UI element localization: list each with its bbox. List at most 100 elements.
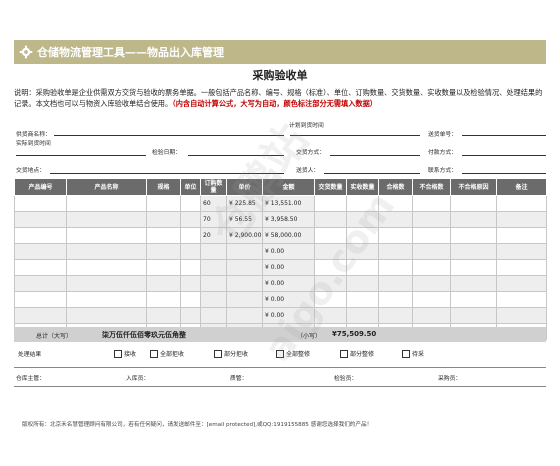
- table-cell[interactable]: [146, 307, 181, 324]
- table-cell[interactable]: [14, 211, 67, 228]
- table-cell[interactable]: [146, 227, 181, 244]
- table-cell[interactable]: [450, 275, 497, 292]
- app-title: 仓储物流管理工具——物品出入库管理: [37, 46, 224, 59]
- table-cell[interactable]: [378, 259, 413, 276]
- table-cell[interactable]: [180, 307, 201, 324]
- table-row: ¥ 0.00: [14, 275, 547, 292]
- delivery-method-field[interactable]: [330, 155, 420, 156]
- table-cell[interactable]: [200, 259, 227, 276]
- table-cell[interactable]: [412, 275, 451, 292]
- table-cell[interactable]: [412, 243, 451, 260]
- option-reject-part[interactable]: 部分拒收: [214, 349, 248, 358]
- table-cell[interactable]: [14, 307, 67, 324]
- table-cell[interactable]: [450, 211, 497, 228]
- table-cell[interactable]: [412, 195, 451, 212]
- table-cell[interactable]: [146, 291, 181, 308]
- table-cell[interactable]: [66, 227, 147, 244]
- table-cell[interactable]: [200, 291, 227, 308]
- gear-icon: [19, 45, 33, 59]
- table-cell[interactable]: [412, 307, 451, 324]
- table-cell[interactable]: [378, 243, 413, 260]
- table-cell[interactable]: [66, 307, 147, 324]
- contact-field[interactable]: [462, 173, 546, 174]
- table-cell[interactable]: [314, 195, 347, 212]
- table-cell[interactable]: [146, 243, 181, 260]
- table-cell[interactable]: [14, 243, 67, 260]
- col-unqualified: 不合格数: [412, 178, 451, 196]
- option-repair-part[interactable]: 部分整修: [340, 349, 374, 358]
- payment-label: 付款方式：: [428, 150, 457, 156]
- table-cell[interactable]: [496, 211, 547, 228]
- table-cell[interactable]: [412, 259, 451, 276]
- table-cell[interactable]: [450, 227, 497, 244]
- table-cell[interactable]: [180, 227, 201, 244]
- table-cell[interactable]: [496, 195, 547, 212]
- checkbox-icon: [340, 349, 348, 358]
- table-cell[interactable]: [378, 291, 413, 308]
- table-cell[interactable]: [496, 307, 547, 324]
- table-cell[interactable]: [412, 291, 451, 308]
- table-cell[interactable]: [146, 195, 181, 212]
- table-cell[interactable]: [378, 275, 413, 292]
- table-cell[interactable]: [146, 259, 181, 276]
- table-cell[interactable]: [496, 275, 547, 292]
- option-pending[interactable]: 待采: [402, 349, 424, 358]
- option-label: 部分拒收: [224, 351, 249, 358]
- checkbox-icon: [214, 349, 222, 358]
- table-cell[interactable]: [200, 275, 227, 292]
- table-cell[interactable]: [412, 211, 451, 228]
- table-cell[interactable]: [496, 291, 547, 308]
- table-cell[interactable]: [496, 243, 547, 260]
- table-cell[interactable]: [66, 243, 147, 260]
- table-cell[interactable]: [226, 259, 263, 276]
- delivery-no-field[interactable]: [462, 135, 546, 136]
- table-cell[interactable]: [180, 243, 201, 260]
- table-cell[interactable]: ¥ 58,000.00: [262, 227, 315, 244]
- table-cell[interactable]: [66, 195, 147, 212]
- sender-field[interactable]: [324, 173, 420, 174]
- table-cell[interactable]: [450, 195, 497, 212]
- table-cell[interactable]: [146, 275, 181, 292]
- table-cell[interactable]: [412, 227, 451, 244]
- table-cell[interactable]: [226, 291, 263, 308]
- table-cell[interactable]: [450, 243, 497, 260]
- table-cell[interactable]: [66, 259, 147, 276]
- table-cell[interactable]: [66, 291, 147, 308]
- table-cell[interactable]: [450, 291, 497, 308]
- table-cell[interactable]: [346, 307, 379, 324]
- warehouse-manager-label: 仓库主管：: [16, 376, 45, 382]
- table-cell[interactable]: [14, 227, 67, 244]
- table-cell[interactable]: [450, 307, 497, 324]
- table-cell[interactable]: [180, 259, 201, 276]
- delivery-no-label: 送货单号：: [428, 132, 457, 138]
- table-cell[interactable]: [496, 259, 547, 276]
- table-cell[interactable]: [66, 275, 147, 292]
- quality-label: 质管：: [230, 376, 248, 382]
- table-cell[interactable]: [378, 307, 413, 324]
- total-lower-value: ¥75,509.50: [332, 330, 377, 338]
- col-product-code: 产品编号: [14, 178, 67, 196]
- payment-field[interactable]: [462, 155, 546, 156]
- plan-date-field[interactable]: [290, 135, 420, 136]
- actual-date-field[interactable]: [16, 155, 146, 156]
- col-unit: 单位: [180, 178, 201, 196]
- table-cell[interactable]: [450, 259, 497, 276]
- table-cell[interactable]: [14, 195, 67, 212]
- table-cell[interactable]: [226, 307, 263, 324]
- table-cell[interactable]: [496, 227, 547, 244]
- table-cell[interactable]: ¥ 0.00: [262, 243, 315, 260]
- table-cell[interactable]: [180, 291, 201, 308]
- table-cell[interactable]: [66, 211, 147, 228]
- table-cell[interactable]: [226, 275, 263, 292]
- table-cell[interactable]: [180, 275, 201, 292]
- table-cell[interactable]: [14, 275, 67, 292]
- table-cell[interactable]: [346, 291, 379, 308]
- table-cell[interactable]: [14, 291, 67, 308]
- table-cell[interactable]: [14, 259, 67, 276]
- table-cell[interactable]: [146, 211, 181, 228]
- option-accept[interactable]: 接收: [114, 349, 136, 358]
- process-label: 处理结果: [18, 352, 42, 358]
- table-cell[interactable]: [200, 243, 227, 260]
- table-cell[interactable]: [200, 307, 227, 324]
- option-reject-all[interactable]: 全部拒收: [150, 349, 184, 358]
